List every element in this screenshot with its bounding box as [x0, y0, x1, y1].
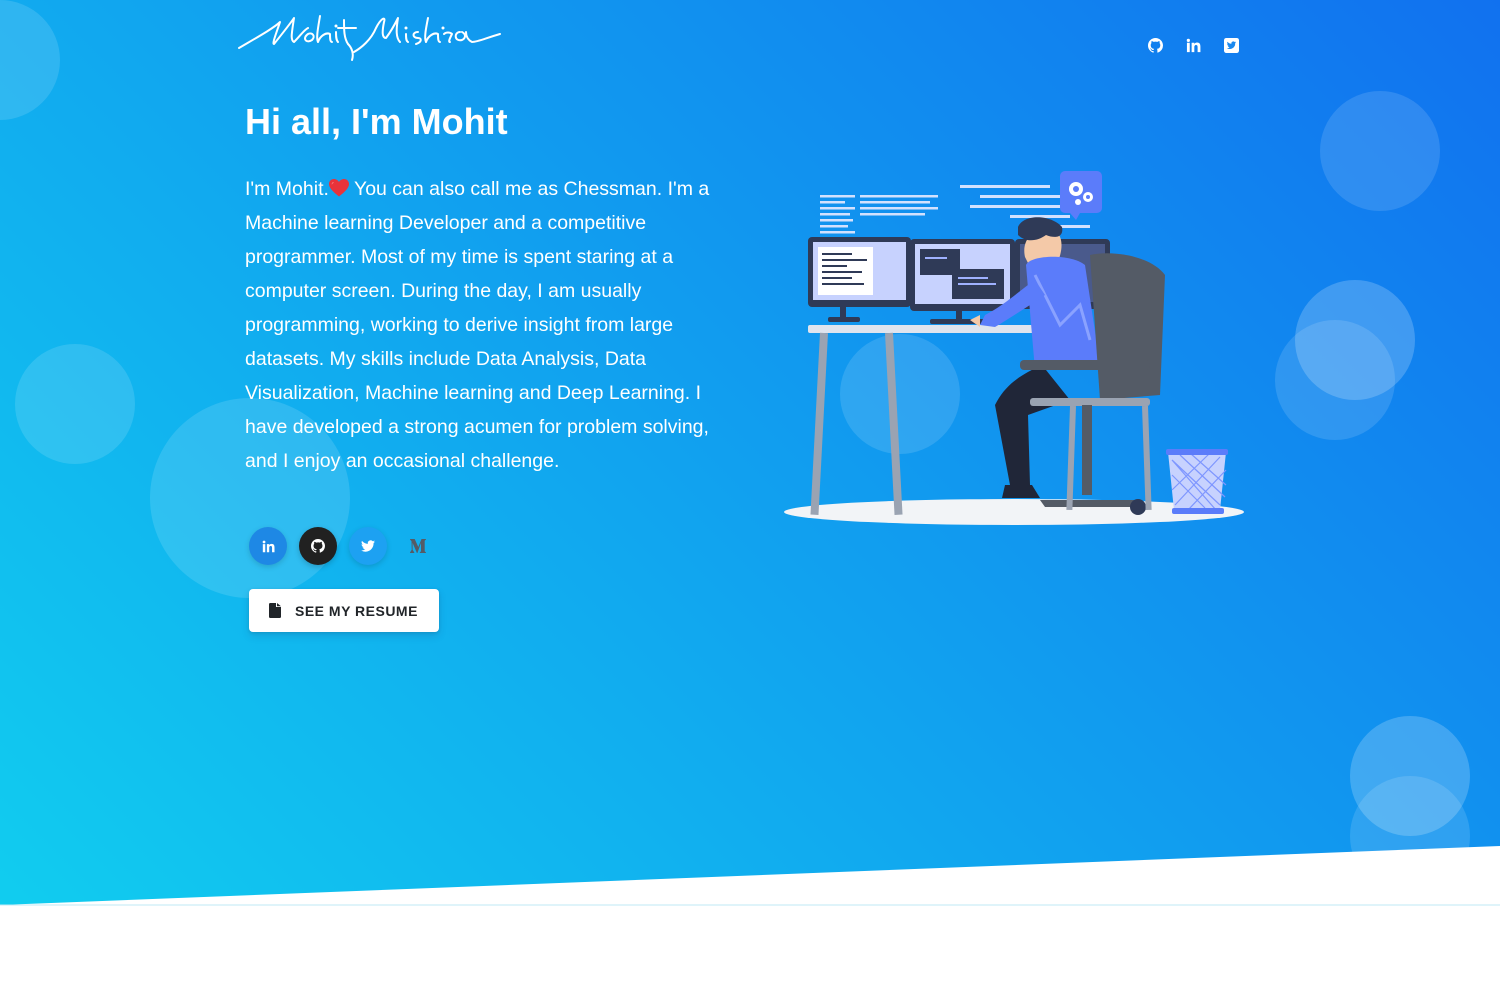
medium-icon	[410, 539, 426, 553]
see-resume-button[interactable]: See My Resume	[249, 589, 439, 632]
github-button[interactable]	[299, 527, 337, 565]
linkedin-icon	[262, 540, 274, 552]
decor-bubble	[1320, 91, 1440, 211]
document-icon	[269, 603, 281, 618]
decor-bubble	[15, 344, 135, 464]
github-icon	[311, 539, 325, 553]
header-social-links	[1146, 36, 1240, 54]
hero-social-buttons	[249, 527, 437, 565]
linkedin-button[interactable]	[249, 527, 287, 565]
twitter-icon[interactable]	[1222, 36, 1240, 54]
developer-illustration	[784, 171, 1244, 525]
see-resume-label: See My Resume	[295, 602, 418, 619]
linkedin-icon[interactable]	[1184, 36, 1202, 54]
twitter-button[interactable]	[349, 527, 387, 565]
heart-emoji-icon	[328, 179, 349, 197]
bio-text: You can also call me as Chessman. I'm a …	[245, 178, 710, 472]
decor-bubble	[1350, 776, 1470, 896]
decor-bubble	[0, 0, 60, 120]
decor-bubble	[1275, 320, 1395, 440]
github-icon[interactable]	[1146, 36, 1164, 54]
bio-intro: I'm Mohit.	[245, 178, 329, 200]
hero-greeting: Hi all, I'm Mohit	[245, 101, 508, 142]
signature-logo[interactable]	[236, 8, 506, 64]
hero-bio: I'm Mohit. You can also call me as Chess…	[245, 172, 745, 478]
twitter-icon	[361, 540, 375, 552]
hero-section: Hi all, I'm Mohit I'm Mohit. You can als…	[0, 0, 1500, 910]
medium-button[interactable]	[399, 527, 437, 565]
